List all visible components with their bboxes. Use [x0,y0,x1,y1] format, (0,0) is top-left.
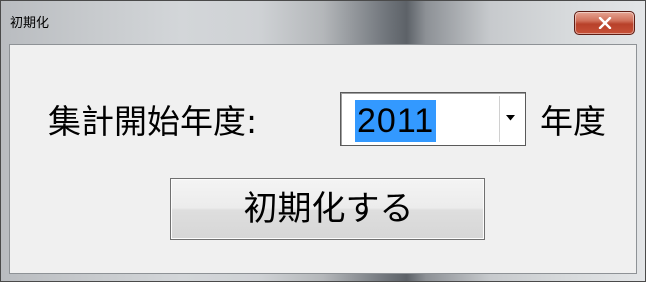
start-year-label: 集計開始年度: [48,102,258,141]
year-suffix-label: 年度 [540,102,606,141]
dialog-body: 集計開始年度: 2011 年度 初期化する [9,44,637,274]
dialog-window: 初期化 集計開始年度: 2011 年度 初期化する [0,0,646,282]
chevron-down-icon [506,115,515,121]
start-year-select[interactable]: 2011 [340,92,526,146]
close-button[interactable] [574,11,635,35]
initialize-button-label: 初期化する [243,189,414,229]
initialize-button[interactable]: 初期化する [170,178,485,240]
window-title: 初期化 [10,16,50,31]
start-year-value[interactable]: 2011 [355,100,437,142]
close-x-icon [598,17,612,29]
title-bar[interactable]: 初期化 [1,1,645,41]
dropdown-button[interactable] [499,96,521,142]
